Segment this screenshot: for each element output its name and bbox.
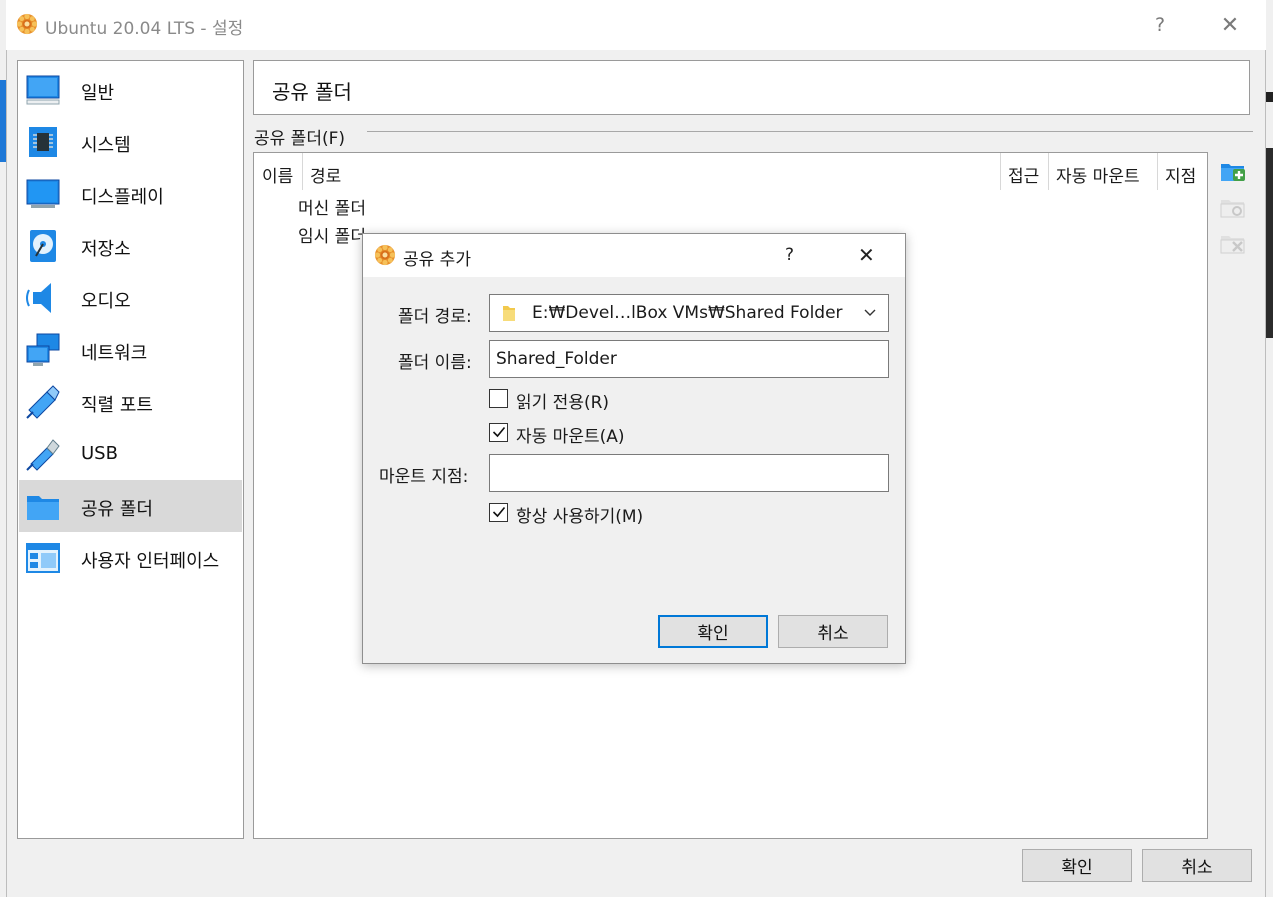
- window-title: Ubuntu 20.04 LTS - 설정: [45, 19, 244, 39]
- sidebar-item-network[interactable]: 네트워크: [19, 324, 242, 376]
- sidebar-item-label: 디스플레이: [81, 187, 164, 208]
- dialog-ok-button[interactable]: 확인: [658, 615, 768, 648]
- system-chip-icon: [29, 127, 57, 157]
- column-separator: [302, 153, 303, 190]
- sidebar-item-general[interactable]: 일반: [19, 64, 242, 116]
- window-close-button[interactable]: ✕: [1210, 10, 1250, 40]
- column-header-mount-point[interactable]: 지점: [1165, 162, 1196, 187]
- sidebar-item-usb[interactable]: USB: [19, 428, 242, 480]
- folder-path-label: 폴더 경로:: [398, 307, 472, 327]
- column-separator: [1048, 153, 1049, 190]
- column-header-path[interactable]: 경로: [310, 162, 341, 187]
- column-separator: [1000, 153, 1001, 190]
- group-divider: [367, 131, 1253, 132]
- ok-button[interactable]: 확인: [1022, 849, 1132, 882]
- sidebar-item-storage[interactable]: 저장소: [19, 220, 242, 272]
- folder-path-value: E:₩Devel…lBox VMs₩Shared Folder: [532, 303, 843, 323]
- sidebar-item-label: 오디오: [81, 291, 131, 312]
- checkmark-icon: [492, 506, 506, 518]
- auto-mount-checkbox[interactable]: [489, 423, 508, 442]
- sidebar-item-display[interactable]: 디스플레이: [19, 168, 242, 220]
- sidebar-item-shared-folders[interactable]: 공유 폴더: [19, 480, 242, 532]
- column-header-name[interactable]: 이름: [262, 162, 293, 187]
- column-header-access[interactable]: 접근: [1008, 162, 1039, 187]
- shared-folders-group-label: 공유 폴더(F): [254, 129, 346, 149]
- audio-speaker-icon: [26, 283, 51, 313]
- sidebar-item-label: 일반: [81, 83, 115, 104]
- permanent-label[interactable]: 항상 사용하기(M): [516, 502, 643, 527]
- folder-name-input[interactable]: Shared_Folder: [489, 340, 889, 378]
- dialog-cancel-button[interactable]: 취소: [778, 615, 888, 648]
- permanent-checkbox[interactable]: [489, 503, 508, 522]
- desktop-background-dark: [1266, 148, 1273, 338]
- virtualbox-gear-icon: [16, 13, 38, 35]
- sidebar-item-audio[interactable]: 오디오: [19, 272, 242, 324]
- desktop-background-right: [1266, 0, 1273, 897]
- chevron-down-icon[interactable]: [864, 309, 876, 317]
- folder-name-value: Shared_Folder: [496, 349, 617, 369]
- folder-name-label: 폴더 이름:: [398, 353, 472, 373]
- sidebar-item-label: 직렬 포트: [81, 395, 153, 416]
- user-interface-icon: [26, 543, 60, 573]
- remove-shared-folder-icon[interactable]: [1220, 230, 1246, 256]
- general-monitor-icon: [26, 75, 60, 105]
- checkmark-icon: [492, 426, 506, 438]
- sidebar-item-label: 공유 폴더: [81, 499, 153, 520]
- window-help-button[interactable]: ?: [1140, 10, 1180, 40]
- cancel-button[interactable]: 취소: [1142, 849, 1252, 882]
- sidebar-item-system[interactable]: 시스템: [19, 116, 242, 168]
- dialog-help-button[interactable]: ?: [785, 245, 794, 265]
- add-shared-folder-icon[interactable]: [1220, 158, 1246, 184]
- read-only-checkbox[interactable]: [489, 389, 508, 408]
- folder-icon: [503, 306, 515, 321]
- sidebar-item-label: USB: [81, 443, 118, 464]
- mount-point-label: 마운트 지점:: [379, 467, 469, 487]
- tree-item-machine-folders[interactable]: 머신 폴더: [298, 194, 366, 219]
- page-title: 공유 폴더: [272, 80, 352, 104]
- desktop-background-mark: [1266, 92, 1273, 102]
- serial-port-icon: [26, 385, 60, 419]
- shared-folder-icon: [27, 496, 59, 520]
- column-header-auto-mount[interactable]: 자동 마운트: [1056, 162, 1140, 187]
- folder-path-combobox[interactable]: E:₩Devel…lBox VMs₩Shared Folder: [489, 294, 889, 332]
- settings-sidebar: 일반 시스템 디스플레이 저장소 오디오 네트워크 직렬 포트 USB 공유 폴…: [17, 60, 244, 839]
- sidebar-item-label: 사용자 인터페이스: [81, 551, 220, 572]
- display-monitor-icon: [26, 179, 60, 208]
- column-separator: [1157, 153, 1158, 190]
- sidebar-item-serial-port[interactable]: 직렬 포트: [19, 376, 242, 428]
- sidebar-item-label: 저장소: [81, 239, 131, 260]
- sidebar-item-user-interface[interactable]: 사용자 인터페이스: [19, 532, 242, 584]
- network-icon: [26, 333, 60, 366]
- auto-mount-label[interactable]: 자동 마운트(A): [516, 422, 625, 447]
- sidebar-item-label: 시스템: [81, 135, 131, 156]
- dialog-close-button[interactable]: ✕: [858, 243, 875, 267]
- sidebar-item-label: 네트워크: [81, 343, 148, 364]
- page-header: [253, 60, 1250, 115]
- usb-icon: [26, 439, 60, 471]
- read-only-label[interactable]: 읽기 전용(R): [516, 388, 609, 413]
- virtualbox-gear-icon: [374, 244, 396, 266]
- dialog-title: 공유 추가: [403, 250, 471, 270]
- edit-shared-folder-icon[interactable]: [1220, 194, 1246, 220]
- tree-item-transient-folders[interactable]: 임시 폴더: [298, 222, 366, 247]
- storage-disk-icon: [30, 230, 56, 262]
- mount-point-input[interactable]: [489, 454, 889, 492]
